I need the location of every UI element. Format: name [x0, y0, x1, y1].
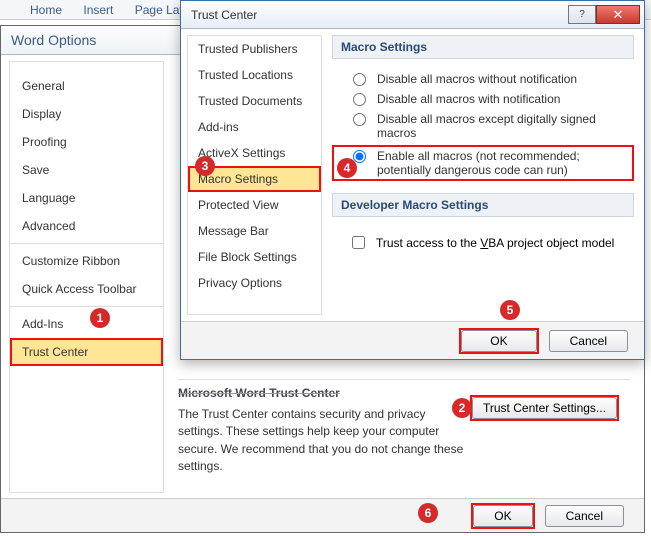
word-options-sidebar: General Display Proofing Save Language A… [9, 61, 164, 493]
trust-center-window: Trust Center ? ✕ Trusted Publishers Trus… [180, 0, 645, 360]
sidebar-item-advanced[interactable]: Advanced [10, 212, 163, 240]
tc-item-message-bar[interactable]: Message Bar [188, 218, 321, 244]
radio-label: Enable all macros (not recommended; pote… [377, 149, 628, 177]
trust-center-settings-button[interactable]: Trust Center Settings... [472, 397, 617, 419]
radio-disable-no-notify[interactable]: Disable all macros without notification [332, 69, 634, 89]
radio-disable-with-notify[interactable]: Disable all macros with notification [332, 89, 634, 109]
radio-enable-all[interactable]: Enable all macros (not recommended; pote… [332, 145, 634, 181]
tc-item-trusted-documents[interactable]: Trusted Documents [188, 88, 321, 114]
trust-center-settings-highlight: Trust Center Settings... [470, 395, 619, 421]
help-button[interactable]: ? [568, 5, 596, 24]
word-options-cancel-button[interactable]: Cancel [545, 505, 624, 527]
tc-item-privacy[interactable]: Privacy Options [188, 270, 321, 296]
radio-disable-with-notify-input[interactable] [353, 93, 366, 106]
tc-item-protected-view[interactable]: Protected View [188, 192, 321, 218]
step-badge-4: 4 [337, 158, 357, 178]
trust-center-cancel-button[interactable]: Cancel [549, 330, 628, 352]
sidebar-item-display[interactable]: Display [10, 100, 163, 128]
radio-label: Disable all macros without notification [377, 72, 577, 86]
radio-label: Disable all macros except digitally sign… [377, 112, 634, 140]
tc-item-trusted-locations[interactable]: Trusted Locations [188, 62, 321, 88]
ribbon-tab-pagelayout[interactable]: Page Lay [135, 0, 186, 20]
step-badge-2: 2 [452, 398, 472, 418]
step-badge-1: 1 [90, 308, 110, 328]
step-badge-5: 5 [500, 300, 520, 320]
vba-trust-checkbox[interactable] [352, 236, 365, 249]
word-options-footer: OK Cancel [1, 498, 644, 532]
tc-item-addins[interactable]: Add-ins [188, 114, 321, 140]
trust-center-description: The Trust Center contains security and p… [178, 406, 468, 476]
trust-center-footer: OK Cancel [181, 321, 644, 359]
trust-center-content: Macro Settings Disable all macros withou… [328, 29, 644, 321]
step-badge-6: 6 [418, 503, 438, 523]
close-button[interactable]: ✕ [596, 5, 640, 24]
developer-macro-group: Developer Macro Settings [332, 193, 634, 217]
radio-disable-except-signed[interactable]: Disable all macros except digitally sign… [332, 109, 634, 143]
word-options-ok-button[interactable]: OK [473, 505, 532, 527]
sidebar-item-general[interactable]: General [10, 72, 163, 100]
radio-disable-except-signed-input[interactable] [353, 113, 366, 126]
sidebar-item-language[interactable]: Language [10, 184, 163, 212]
radio-label: Disable all macros with notification [377, 92, 560, 106]
sidebar-item-customize-ribbon[interactable]: Customize Ribbon [10, 243, 163, 275]
radio-disable-no-notify-input[interactable] [353, 73, 366, 86]
trust-center-ok-button[interactable]: OK [461, 330, 536, 352]
sidebar-item-save[interactable]: Save [10, 156, 163, 184]
sidebar-item-proofing[interactable]: Proofing [10, 128, 163, 156]
step-badge-3: 3 [195, 156, 215, 176]
ribbon-tab-insert[interactable]: Insert [83, 0, 113, 20]
macro-settings-group: Macro Settings [332, 35, 634, 59]
vba-trust-checkbox-row[interactable]: Trust access to the VBA project object m… [332, 227, 634, 252]
sidebar-item-qat[interactable]: Quick Access Toolbar [10, 275, 163, 303]
ribbon-tab-home[interactable]: Home [30, 0, 62, 20]
trust-center-titlebar: Trust Center ? ✕ [181, 1, 644, 29]
sidebar-item-addins[interactable]: Add-Ins [10, 306, 163, 338]
vba-trust-label: Trust access to the VBA project object m… [376, 236, 614, 250]
trust-center-title: Trust Center [191, 8, 568, 22]
tc-item-file-block[interactable]: File Block Settings [188, 244, 321, 270]
tc-item-trusted-publishers[interactable]: Trusted Publishers [188, 36, 321, 62]
sidebar-item-trust-center[interactable]: Trust Center [10, 338, 163, 366]
